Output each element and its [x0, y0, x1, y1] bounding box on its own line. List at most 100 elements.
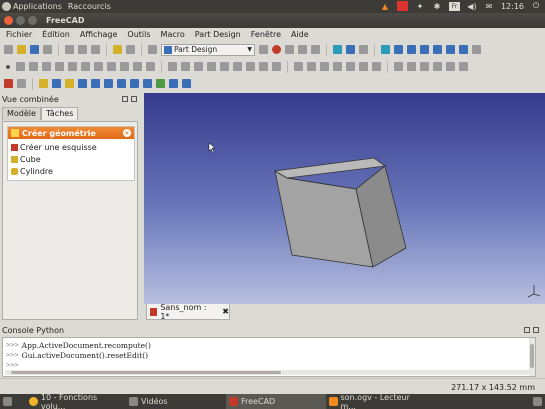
close-panel-icon[interactable]	[131, 96, 137, 102]
point-icon[interactable]	[6, 64, 10, 69]
task-cube[interactable]: Cube	[11, 153, 131, 165]
validate-sketch-icon[interactable]	[17, 79, 26, 88]
task-panel-header[interactable]: Créer géométrie ✕	[8, 127, 134, 139]
edit-macro-icon[interactable]	[298, 45, 307, 54]
constraint-distance-icon[interactable]	[294, 62, 303, 71]
tab-taches[interactable]: Tâches	[40, 107, 79, 120]
task-cylinder[interactable]: Cylindre	[11, 165, 131, 177]
constraint-vertical-distance-icon[interactable]	[320, 62, 329, 71]
create-sketch-icon[interactable]	[4, 79, 13, 88]
toggle-construction-icon[interactable]	[394, 62, 403, 71]
taskbar-item-video-player[interactable]: son.ogv - Lecteur m...	[326, 393, 426, 409]
new-document-icon[interactable]	[4, 45, 13, 54]
save-document-icon[interactable]	[30, 45, 39, 54]
taskbar-item-fonctions[interactable]: 10 - Fonctions volu...	[26, 393, 126, 409]
keyboard-layout-indicator[interactable]: Fr	[448, 1, 460, 11]
taskbar-item-trash[interactable]	[530, 394, 545, 409]
clone-icon[interactable]	[459, 62, 468, 71]
bottom-view-icon[interactable]	[446, 45, 455, 54]
constraint-angle-icon[interactable]	[346, 62, 355, 71]
box-front-face[interactable]	[274, 170, 374, 268]
draw-style-icon[interactable]	[359, 45, 368, 54]
left-view-icon[interactable]	[459, 45, 468, 54]
isometric-view-icon[interactable]	[381, 45, 390, 54]
constraint-vertical-icon[interactable]	[194, 62, 203, 71]
constraint-horizontal-icon[interactable]	[207, 62, 216, 71]
menu-macro[interactable]: Macro	[161, 30, 185, 39]
document-tab[interactable]: Sans_nom : 1* ✖	[146, 303, 230, 321]
fit-all-icon[interactable]	[333, 45, 342, 54]
rear-view-icon[interactable]	[433, 45, 442, 54]
select-constraints-icon[interactable]	[433, 62, 442, 71]
slot-icon[interactable]	[94, 62, 103, 71]
fillet-feature-icon[interactable]	[91, 79, 100, 88]
puzzle-icon[interactable]: ✦	[415, 1, 425, 11]
constraint-perpendicular-icon[interactable]	[233, 62, 242, 71]
print-icon[interactable]	[43, 45, 52, 54]
pad-icon[interactable]	[39, 79, 48, 88]
constraint-internal-icon[interactable]	[372, 62, 381, 71]
maximize-window-button[interactable]	[28, 16, 37, 25]
copy-icon[interactable]	[78, 45, 87, 54]
trim-icon[interactable]	[120, 62, 129, 71]
close-tab-icon[interactable]: ✖	[222, 307, 229, 316]
connect-edges-icon[interactable]	[420, 62, 429, 71]
front-view-icon[interactable]	[394, 45, 403, 54]
collapse-icon[interactable]: ✕	[123, 129, 131, 137]
refresh-icon[interactable]	[148, 45, 157, 54]
3d-view[interactable]	[144, 93, 545, 304]
scrollbar-thumb[interactable]	[530, 344, 534, 368]
undo-icon[interactable]	[113, 45, 122, 54]
menu-part-design[interactable]: Part Design	[195, 30, 241, 39]
right-view-icon[interactable]	[420, 45, 429, 54]
constraint-parallel-icon[interactable]	[220, 62, 229, 71]
mail-icon[interactable]: ✉	[484, 1, 494, 11]
close-panel-icon[interactable]	[533, 327, 539, 333]
float-panel-icon[interactable]	[524, 327, 530, 333]
workbench-selector[interactable]: Part Design ▼	[161, 43, 255, 56]
macro-icon[interactable]	[259, 45, 268, 54]
revolution-icon[interactable]	[65, 79, 74, 88]
shortcuts-menu[interactable]: Raccourcis	[68, 2, 111, 11]
horizontal-scrollbar[interactable]	[5, 370, 533, 375]
constraint-equal-icon[interactable]	[259, 62, 268, 71]
constraint-coincident-icon[interactable]	[181, 62, 190, 71]
task-create-sketch[interactable]: Créer une esquisse	[11, 141, 131, 153]
redo-icon[interactable]	[126, 45, 135, 54]
groove-icon[interactable]	[78, 79, 87, 88]
open-document-icon[interactable]	[17, 45, 26, 54]
constraint-radius-icon[interactable]	[333, 62, 342, 71]
arc-icon[interactable]	[29, 62, 38, 71]
line-icon[interactable]	[16, 62, 25, 71]
run-macro-icon[interactable]	[311, 45, 320, 54]
menu-fenetre[interactable]: Fenêtre	[251, 30, 281, 39]
construction-icon[interactable]	[146, 62, 155, 71]
linear-pattern-icon[interactable]	[143, 79, 152, 88]
menu-aide[interactable]: Aide	[291, 30, 309, 39]
chamfer-icon[interactable]	[104, 79, 113, 88]
fillet-icon[interactable]	[107, 62, 116, 71]
constraint-tangent-icon[interactable]	[246, 62, 255, 71]
constraint-horizontal-distance-icon[interactable]	[307, 62, 316, 71]
stop-macro-icon[interactable]	[285, 45, 294, 54]
cut-icon[interactable]	[65, 45, 74, 54]
close-window-button[interactable]	[4, 16, 13, 25]
taskbar-item-browser[interactable]	[0, 394, 26, 409]
power-icon[interactable]: ⏻	[531, 1, 541, 11]
record-icon[interactable]	[396, 1, 408, 11]
minimize-window-button[interactable]	[16, 16, 25, 25]
menu-affichage[interactable]: Affichage	[80, 30, 118, 39]
constraint-snell-icon[interactable]	[359, 62, 368, 71]
record-macro-icon[interactable]	[272, 45, 281, 54]
float-panel-icon[interactable]	[122, 96, 128, 102]
draft-icon[interactable]	[117, 79, 126, 88]
symmetry-icon[interactable]	[446, 62, 455, 71]
tab-modele[interactable]: Modèle	[2, 107, 41, 120]
menu-edition[interactable]: Édition	[42, 30, 70, 39]
menu-outils[interactable]: Outils	[127, 30, 150, 39]
clock[interactable]: 12:16	[501, 2, 524, 11]
constraint-lock-icon[interactable]	[168, 62, 177, 71]
vlc-icon[interactable]: ▲	[380, 1, 390, 11]
paste-icon[interactable]	[91, 45, 100, 54]
top-view-icon[interactable]	[407, 45, 416, 54]
